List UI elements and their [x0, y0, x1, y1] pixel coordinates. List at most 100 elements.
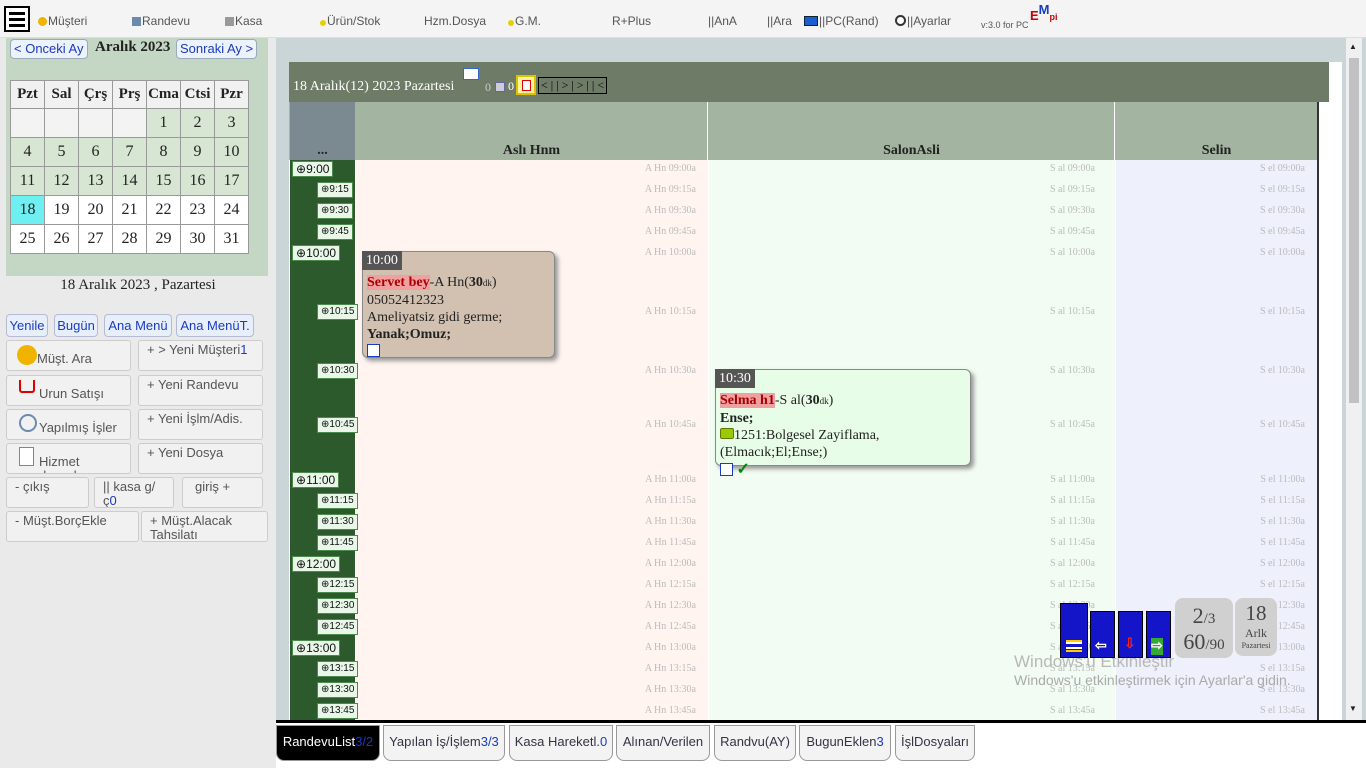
menu-musteri[interactable]: Müşteri [38, 14, 87, 28]
bugun-button[interactable]: Bugün [54, 314, 98, 337]
slot-placeholder[interactable]: S al 11:45a [709, 537, 1095, 548]
slot-placeholder[interactable]: S el 10:00a [1116, 247, 1305, 258]
menu-ayarlar[interactable]: ||Ayarlar [895, 14, 951, 28]
slot-placeholder[interactable]: A Hn 13:15a [356, 663, 696, 674]
slot-placeholder[interactable]: S el 11:15a [1116, 495, 1305, 506]
staff-header-selin[interactable]: Selin [1116, 102, 1319, 160]
bottom-tab[interactable]: Yapılan İş/İşlem3/3 [383, 725, 505, 761]
bottom-tab[interactable]: BugunEklen3 [799, 725, 891, 761]
calendar-day[interactable]: 14 [112, 166, 147, 196]
slot-placeholder[interactable]: S el 11:30a [1116, 516, 1305, 527]
musteri-alacak-tahsilati-button[interactable]: + Müşt.Alacak Tahsilatı [141, 511, 268, 542]
scroll-down-arrow-icon[interactable]: ▼ [1349, 704, 1357, 713]
calendar-day[interactable]: 2 [180, 108, 215, 138]
bottom-tab[interactable]: Randvu(AY) [714, 725, 796, 761]
time-slot-label[interactable]: ⊕12:45 [317, 619, 359, 635]
menu-kasa[interactable]: Kasa [225, 14, 262, 28]
slot-placeholder[interactable]: A Hn 13:45a [356, 705, 696, 716]
calendar-day[interactable]: 22 [146, 195, 181, 225]
slot-placeholder[interactable]: S el 10:30a [1116, 365, 1305, 376]
menu-gm[interactable]: G.M. [508, 14, 541, 28]
calendar-day[interactable]: 29 [146, 224, 181, 254]
slot-placeholder[interactable]: S al 10:00a [709, 247, 1095, 258]
calendar-day[interactable]: 31 [214, 224, 249, 254]
day-nav[interactable]: < | | > | > | | < [538, 77, 608, 94]
calendar-day[interactable]: 28 [112, 224, 147, 254]
slot-placeholder[interactable]: A Hn 11:00a [356, 474, 696, 485]
menu-ana[interactable]: ||AnA [708, 14, 737, 28]
calendar-day[interactable]: 24 [214, 195, 249, 225]
staff-icon[interactable] [463, 68, 479, 80]
yeni-musteri-button[interactable]: + > Yeni Müşteri1 [138, 340, 263, 371]
slot-placeholder[interactable]: A Hn 09:30a [356, 205, 696, 216]
slot-placeholder[interactable]: A Hn 13:30a [356, 684, 696, 695]
slot-placeholder[interactable]: S al 11:30a [709, 516, 1095, 527]
slot-placeholder[interactable]: S al 09:30a [709, 205, 1095, 216]
menu-hzm-dosya[interactable]: Hzm.Dosya [424, 14, 486, 28]
calendar-day[interactable]: 25 [10, 224, 45, 254]
slot-placeholder[interactable]: S el 09:45a [1116, 226, 1305, 237]
staff-header-salonasli[interactable]: SalonAsli [709, 102, 1115, 160]
slot-placeholder[interactable]: A Hn 10:30a [356, 365, 696, 376]
slot-placeholder[interactable]: S el 12:00a [1116, 558, 1305, 569]
calendar-day[interactable]: 12 [44, 166, 79, 196]
next-month-button[interactable]: Sonraki Ay > [176, 39, 258, 59]
musteri-ara-button[interactable]: Müşt. Ara [6, 340, 131, 371]
slot-placeholder[interactable]: S el 09:15a [1116, 184, 1305, 195]
menu-widget-button[interactable] [1060, 603, 1088, 658]
calendar-day[interactable]: 13 [78, 166, 113, 196]
calendar-day[interactable]: 17 [214, 166, 249, 196]
slot-placeholder[interactable]: A Hn 10:15a [356, 306, 696, 317]
calendar-day[interactable]: 18 [10, 195, 45, 225]
time-slot-label[interactable]: ⊕11:45 [317, 535, 358, 551]
slot-placeholder[interactable]: S el 10:45a [1116, 419, 1305, 430]
time-slot-label[interactable]: ⊕12:15 [317, 577, 359, 593]
calendar-day[interactable]: 11 [10, 166, 45, 196]
slot-placeholder[interactable]: S al 13:45a [709, 705, 1095, 716]
time-slot-label[interactable]: ⊕9:45 [317, 224, 353, 240]
kasa-gc-button[interactable]: || kasa g/ç0 [94, 477, 174, 508]
customer-name[interactable]: Selma h1 [720, 393, 775, 408]
prev-month-button[interactable]: < Onceki Ay [10, 39, 88, 59]
slot-placeholder[interactable]: S el 13:45a [1116, 705, 1305, 716]
time-slot-label[interactable]: ⊕11:00 [292, 472, 340, 488]
slot-placeholder[interactable]: S al 12:45a [709, 621, 1095, 632]
time-slot-label[interactable]: ⊕9:30 [317, 203, 353, 219]
list-icon[interactable] [495, 82, 505, 92]
slot-placeholder[interactable]: S al 09:00a [709, 163, 1095, 174]
time-slot-label[interactable]: ⊕13:00 [292, 640, 341, 656]
calendar-day[interactable]: 6 [78, 137, 113, 167]
time-slot-label[interactable]: ⊕12:00 [292, 556, 341, 572]
calendar-day[interactable]: 9 [180, 137, 215, 167]
time-slot-label[interactable]: ⊕11:15 [317, 493, 358, 509]
bottom-tab[interactable]: Alınan/Verilen [616, 725, 710, 761]
slot-placeholder[interactable]: S al 10:30a [709, 365, 1095, 376]
add-note-icon[interactable] [516, 75, 536, 95]
slot-placeholder[interactable]: S al 09:15a [709, 184, 1095, 195]
forward-button[interactable]: ⇨ [1146, 611, 1171, 658]
bottom-tab[interactable]: İşlDosyaları [895, 725, 975, 761]
slot-placeholder[interactable]: S al 12:00a [709, 558, 1095, 569]
slot-placeholder[interactable]: A Hn 12:45a [356, 621, 696, 632]
cikis-button[interactable]: - çıkış [6, 477, 89, 508]
slot-placeholder[interactable]: A Hn 09:00a [356, 163, 696, 174]
menu-randevu[interactable]: Randevu [132, 14, 190, 28]
calendar-day[interactable]: 8 [146, 137, 181, 167]
done-checkbox[interactable] [367, 344, 380, 357]
slot-placeholder[interactable]: S al 12:15a [709, 579, 1095, 590]
time-slot-label[interactable]: ⊕9:15 [317, 182, 353, 198]
calendar-day[interactable]: 7 [112, 137, 147, 167]
slot-placeholder[interactable]: S el 12:15a [1116, 579, 1305, 590]
slot-placeholder[interactable]: S al 11:00a [709, 474, 1095, 485]
slot-placeholder[interactable]: A Hn 12:00a [356, 558, 696, 569]
calendar-day[interactable]: 4 [10, 137, 45, 167]
scrollbar-thumb[interactable] [1349, 58, 1359, 403]
slot-placeholder[interactable]: A Hn 11:15a [356, 495, 696, 506]
calendar-day[interactable]: 20 [78, 195, 113, 225]
calendar-day[interactable]: 1 [146, 108, 181, 138]
slot-placeholder[interactable]: A Hn 13:00a [356, 642, 696, 653]
slot-placeholder[interactable]: A Hn 09:45a [356, 226, 696, 237]
calendar-day[interactable]: 21 [112, 195, 147, 225]
yeni-islem-button[interactable]: + Yeni İşlm/Adis. [138, 409, 263, 440]
calendar-day[interactable]: 19 [44, 195, 79, 225]
